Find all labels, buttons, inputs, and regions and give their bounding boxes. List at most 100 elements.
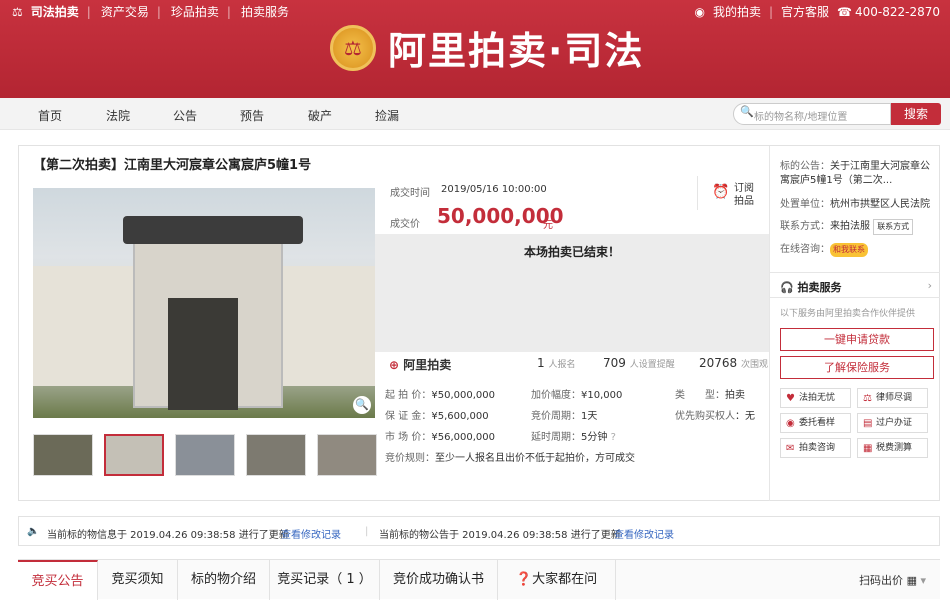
param-increment: 加价幅度：¥10,000 bbox=[531, 390, 623, 401]
thumbnail[interactable] bbox=[317, 434, 377, 476]
apply-loan-button[interactable]: 一键申请贷款 bbox=[780, 328, 934, 351]
question-icon: ❓ bbox=[515, 572, 533, 587]
phone-icon: ☎ bbox=[837, 4, 852, 19]
stat-reminders: 709 人设置提醒 bbox=[603, 356, 675, 370]
ali-logo-icon: ⊕ bbox=[389, 358, 400, 372]
tab-faq[interactable]: ❓大家都在问 bbox=[498, 560, 616, 600]
ali-logo-text: 阿里拍卖 bbox=[403, 358, 452, 372]
search-input[interactable]: 标的物名称/地理位置 bbox=[733, 103, 891, 125]
service-lawyer[interactable]: ⚖ 律师尽调 bbox=[857, 388, 928, 408]
headset-icon: 🎧 bbox=[780, 281, 794, 294]
deal-time-label: 成交时间 bbox=[390, 188, 430, 199]
chevron-right-icon: › bbox=[927, 279, 932, 292]
chat-button[interactable]: 和我联系 bbox=[830, 243, 868, 257]
param-start-price: 起 拍 价：¥50,000,000 bbox=[385, 390, 495, 401]
alarm-clock-icon: ⏰ bbox=[712, 184, 730, 200]
main-nav: 首页 法院 公告 预告 破产 捡漏 标的物名称/地理位置 🔍 搜索 bbox=[0, 98, 950, 130]
qr-code-icon: ▦ bbox=[906, 574, 917, 587]
contact-row: 联系方式：来拍法服 联系方式 bbox=[780, 219, 914, 235]
stats-bar: ⊕ 阿里拍卖 1 人报名 709 人设置提醒 20768 次围观 bbox=[375, 352, 769, 376]
service-note: 以下服务由阿里拍卖合作伙伴提供 bbox=[780, 309, 916, 319]
tab-bid-records[interactable]: 竞买记录（ 1 ） bbox=[270, 560, 380, 600]
home-icon: ⚖ bbox=[12, 4, 23, 19]
subscribe-label: 订阅拍品 bbox=[734, 183, 754, 207]
main-photo[interactable]: 🔍 bbox=[33, 188, 375, 418]
notice-update-notice: 当前标的物公告于 2019.04.26 09:38:58 进行了更新 bbox=[379, 530, 621, 541]
location-icon: ◉ bbox=[786, 418, 795, 429]
item-history-link[interactable]: 查看修改记录 bbox=[281, 526, 341, 541]
speaker-icon: 🔈 bbox=[27, 526, 40, 537]
deal-time: 2019/05/16 10:00:00 bbox=[441, 184, 547, 195]
contact-button[interactable]: 联系方式 bbox=[873, 219, 914, 235]
notice-history-link[interactable]: 查看修改记录 bbox=[614, 526, 674, 541]
tab-item-intro[interactable]: 标的物介绍 bbox=[178, 560, 270, 600]
deal-price-label: 成交价 bbox=[390, 219, 420, 230]
help-icon[interactable]: ? bbox=[611, 432, 616, 443]
subscribe-button[interactable]: ⏰ 订阅拍品 bbox=[697, 176, 769, 210]
deal-unit: 元 bbox=[543, 220, 553, 231]
phone-number: 400-822-2870 bbox=[854, 4, 940, 19]
ended-text: 本场拍卖已结束！ bbox=[523, 245, 620, 259]
service-inspection[interactable]: ◉ 委托看样 bbox=[780, 413, 851, 433]
customer-service-link[interactable]: 官方客服 bbox=[781, 3, 829, 20]
link-treasures[interactable]: 珍品拍卖 bbox=[171, 3, 219, 20]
nav-home[interactable]: 首页 bbox=[38, 107, 62, 124]
search-icon: 🔍 bbox=[740, 105, 754, 118]
thumbnail[interactable] bbox=[246, 434, 306, 476]
chat-icon: ✉ bbox=[786, 443, 795, 454]
org-row: 处置单位：杭州市拱墅区人民法院 bbox=[780, 199, 930, 210]
tab-auction-notice[interactable]: 竞买公告 bbox=[18, 560, 98, 600]
zoom-icon[interactable]: 🔍 bbox=[353, 396, 371, 414]
stat-views: 20768 次围观 bbox=[699, 356, 769, 370]
nav-bankruptcy[interactable]: 破产 bbox=[308, 107, 332, 124]
site-name: 阿里拍卖·司法 bbox=[388, 29, 645, 73]
document-icon: ▤ bbox=[863, 418, 873, 429]
court-emblem-icon: ⚖ bbox=[330, 24, 376, 71]
param-market-price: 市 场 价：¥56,000,000 bbox=[385, 432, 495, 443]
service-consult[interactable]: ✉ 拍卖咨询 bbox=[780, 438, 851, 458]
ended-banner: 本场拍卖已结束！ bbox=[375, 234, 769, 352]
stat-signups: 1 人报名 bbox=[537, 356, 576, 370]
top-header: ⚖ 司法拍卖 | 资产交易 | 珍品拍卖 | 拍卖服务 ◉ 我的拍卖 | 官方客服 ☎… bbox=[0, 0, 950, 98]
scan-to-bid[interactable]: 扫码出价 ▦ ▾ bbox=[859, 572, 926, 588]
item-update-notice: 当前标的物信息于 2019.04.26 09:38:58 进行了更新 bbox=[47, 530, 289, 541]
shield-icon: ♥ bbox=[786, 393, 795, 404]
nav-preview[interactable]: 预告 bbox=[240, 107, 264, 124]
ali-auction-logo: ⊕ 阿里拍卖 bbox=[389, 356, 451, 373]
site-logo[interactable]: ⚖ 阿里拍卖·司法 bbox=[330, 20, 644, 75]
ask-row: 在线咨询： 和我联系 bbox=[780, 243, 868, 257]
param-priority: 优先购买权人：无 bbox=[675, 411, 755, 422]
thumbnail[interactable] bbox=[104, 434, 164, 476]
nav-court[interactable]: 法院 bbox=[106, 107, 130, 124]
link-assets[interactable]: 资产交易 bbox=[101, 3, 149, 20]
lawyer-icon: ⚖ bbox=[863, 393, 872, 404]
nav-notice[interactable]: 公告 bbox=[173, 107, 197, 124]
tab-confirmation[interactable]: 竞价成功确认书 bbox=[380, 560, 498, 600]
my-auction-link[interactable]: 我的拍卖 bbox=[713, 3, 761, 20]
link-judicial[interactable]: 司法拍卖 bbox=[31, 3, 79, 20]
calculator-icon: ▦ bbox=[863, 443, 873, 454]
thumbnail[interactable] bbox=[33, 434, 93, 476]
chevron-down-icon: ▾ bbox=[920, 574, 926, 587]
param-rules: 竞价规则：至少一人报名且出价不低于起拍价，方可成交 bbox=[385, 453, 635, 464]
param-deposit: 保 证 金：¥5,600,000 bbox=[385, 411, 489, 422]
notice-row: 标的公告：关于江南里大河宸章公寓宸庐5幢1号（第二次... bbox=[780, 161, 930, 186]
auction-detail: 【第二次拍卖】江南里大河宸章公寓宸庐5幢1号 🔍 成交时间 2019/05/16… bbox=[18, 145, 940, 501]
detail-tabs: 竞买公告 竞买须知 标的物介绍 竞买记录（ 1 ） 竞价成功确认书 ❓大家都在问… bbox=[18, 559, 940, 600]
search-button[interactable]: 搜索 bbox=[891, 103, 941, 125]
item-title: 【第二次拍卖】江南里大河宸章公寓宸庐5幢1号 bbox=[33, 158, 312, 173]
tab-rules[interactable]: 竞买须知 bbox=[98, 560, 178, 600]
nav-bargain[interactable]: 捡漏 bbox=[375, 107, 399, 124]
right-panel: 标的公告：关于江南里大河宸章公寓宸庐5幢1号（第二次... 处置单位：杭州市拱墅… bbox=[769, 146, 940, 501]
service-tax[interactable]: ▦ 税费测算 bbox=[857, 438, 928, 458]
user-icon: ◉ bbox=[694, 4, 705, 19]
param-cycle: 竞价周期：1天 bbox=[531, 411, 598, 422]
param-delay: 延时周期：5分钟 ? bbox=[531, 432, 616, 443]
service-transfer[interactable]: ▤ 过户办证 bbox=[857, 413, 928, 433]
service-header[interactable]: 🎧 拍卖服务 › bbox=[770, 272, 940, 298]
service-worry-free[interactable]: ♥ 法拍无忧 bbox=[780, 388, 851, 408]
price-panel: 成交时间 2019/05/16 10:00:00 成交价 50,000,000 … bbox=[375, 174, 769, 352]
insurance-button[interactable]: 了解保险服务 bbox=[780, 356, 934, 379]
thumbnail[interactable] bbox=[175, 434, 235, 476]
link-service[interactable]: 拍卖服务 bbox=[241, 3, 289, 20]
